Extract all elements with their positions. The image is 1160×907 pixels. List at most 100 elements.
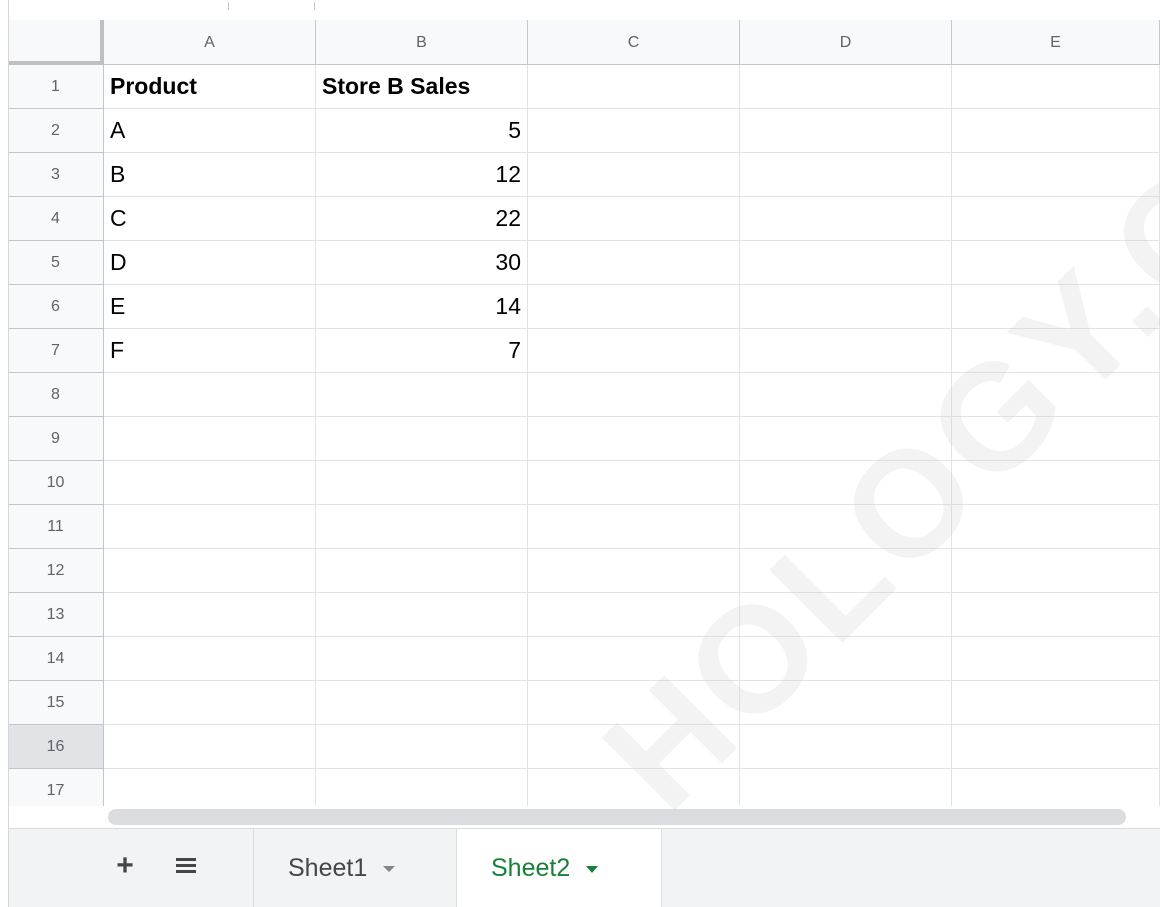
tab-sheet2[interactable]: Sheet2 xyxy=(456,829,662,907)
cell-a14[interactable] xyxy=(104,637,316,681)
cell-b16[interactable] xyxy=(316,725,528,769)
cell-b13[interactable] xyxy=(316,593,528,637)
cell-b15[interactable] xyxy=(316,681,528,725)
row-header-6[interactable]: 6 xyxy=(8,285,104,329)
row-header-5[interactable]: 5 xyxy=(8,241,104,285)
cell-a9[interactable] xyxy=(104,417,316,461)
row-header-10[interactable]: 10 xyxy=(8,461,104,505)
cell-b14[interactable] xyxy=(316,637,528,681)
cell-b1[interactable]: Store B Sales xyxy=(316,65,528,109)
cell-d14[interactable] xyxy=(740,637,952,681)
column-header-b[interactable]: B xyxy=(316,20,528,65)
cell-b4[interactable]: 22 xyxy=(316,197,528,241)
cell-d5[interactable] xyxy=(740,241,952,285)
cell-e15[interactable] xyxy=(952,681,1160,725)
add-sheet-button[interactable]: + xyxy=(108,849,142,883)
cell-d12[interactable] xyxy=(740,549,952,593)
cell-a3[interactable]: B xyxy=(104,153,316,197)
cell-b2[interactable]: 5 xyxy=(316,109,528,153)
cell-e13[interactable] xyxy=(952,593,1160,637)
cell-b12[interactable] xyxy=(316,549,528,593)
cell-a2[interactable]: A xyxy=(104,109,316,153)
cell-a15[interactable] xyxy=(104,681,316,725)
row-header-15[interactable]: 15 xyxy=(8,681,104,725)
row-header-16[interactable]: 16 xyxy=(8,725,104,769)
cell-e10[interactable] xyxy=(952,461,1160,505)
cell-b8[interactable] xyxy=(316,373,528,417)
horizontal-scrollbar[interactable] xyxy=(8,806,1160,828)
cell-e9[interactable] xyxy=(952,417,1160,461)
cell-c8[interactable] xyxy=(528,373,740,417)
cell-c10[interactable] xyxy=(528,461,740,505)
cell-c4[interactable] xyxy=(528,197,740,241)
cell-c1[interactable] xyxy=(528,65,740,109)
cell-a13[interactable] xyxy=(104,593,316,637)
cell-e11[interactable] xyxy=(952,505,1160,549)
cell-d11[interactable] xyxy=(740,505,952,549)
cell-b9[interactable] xyxy=(316,417,528,461)
cell-d9[interactable] xyxy=(740,417,952,461)
column-header-a[interactable]: A xyxy=(104,20,316,65)
row-header-11[interactable]: 11 xyxy=(8,505,104,549)
cell-d8[interactable] xyxy=(740,373,952,417)
row-header-14[interactable]: 14 xyxy=(8,637,104,681)
row-header-9[interactable]: 9 xyxy=(8,417,104,461)
chevron-down-icon[interactable] xyxy=(586,865,599,873)
cell-b6[interactable]: 14 xyxy=(316,285,528,329)
cell-b5[interactable]: 30 xyxy=(316,241,528,285)
row-header-12[interactable]: 12 xyxy=(8,549,104,593)
cell-c7[interactable] xyxy=(528,329,740,373)
cell-a16[interactable] xyxy=(104,725,316,769)
column-header-d[interactable]: D xyxy=(740,20,952,65)
cell-e12[interactable] xyxy=(952,549,1160,593)
cell-a6[interactable]: E xyxy=(104,285,316,329)
cell-c3[interactable] xyxy=(528,153,740,197)
cell-a7[interactable]: F xyxy=(104,329,316,373)
cell-a11[interactable] xyxy=(104,505,316,549)
row-header-13[interactable]: 13 xyxy=(8,593,104,637)
cell-d13[interactable] xyxy=(740,593,952,637)
cell-d10[interactable] xyxy=(740,461,952,505)
row-header-2[interactable]: 2 xyxy=(8,109,104,153)
cell-c11[interactable] xyxy=(528,505,740,549)
row-header-1[interactable]: 1 xyxy=(8,65,104,109)
cell-d16[interactable] xyxy=(740,725,952,769)
row-header-7[interactable]: 7 xyxy=(8,329,104,373)
select-all-corner[interactable] xyxy=(8,20,104,65)
cell-a4[interactable]: C xyxy=(104,197,316,241)
cell-c12[interactable] xyxy=(528,549,740,593)
tab-sheet1[interactable]: Sheet1 xyxy=(253,829,456,907)
all-sheets-button[interactable] xyxy=(172,852,200,880)
cell-e6[interactable] xyxy=(952,285,1160,329)
cell-d4[interactable] xyxy=(740,197,952,241)
cell-e4[interactable] xyxy=(952,197,1160,241)
cell-d1[interactable] xyxy=(740,65,952,109)
cell-d15[interactable] xyxy=(740,681,952,725)
cell-c13[interactable] xyxy=(528,593,740,637)
cell-e1[interactable] xyxy=(952,65,1160,109)
cell-e14[interactable] xyxy=(952,637,1160,681)
row-header-3[interactable]: 3 xyxy=(8,153,104,197)
cell-b10[interactable] xyxy=(316,461,528,505)
row-header-8[interactable]: 8 xyxy=(8,373,104,417)
cell-b3[interactable]: 12 xyxy=(316,153,528,197)
cell-d2[interactable] xyxy=(740,109,952,153)
column-header-c[interactable]: C xyxy=(528,20,740,65)
column-header-e[interactable]: E xyxy=(952,20,1160,65)
cell-c2[interactable] xyxy=(528,109,740,153)
cell-b7[interactable]: 7 xyxy=(316,329,528,373)
cell-c16[interactable] xyxy=(528,725,740,769)
cell-d3[interactable] xyxy=(740,153,952,197)
cell-e2[interactable] xyxy=(952,109,1160,153)
cell-e5[interactable] xyxy=(952,241,1160,285)
cell-c5[interactable] xyxy=(528,241,740,285)
cell-c14[interactable] xyxy=(528,637,740,681)
cell-c6[interactable] xyxy=(528,285,740,329)
cell-d6[interactable] xyxy=(740,285,952,329)
horizontal-scrollbar-thumb[interactable] xyxy=(108,809,1126,825)
row-header-4[interactable]: 4 xyxy=(8,197,104,241)
cell-a8[interactable] xyxy=(104,373,316,417)
cell-e16[interactable] xyxy=(952,725,1160,769)
cell-e7[interactable] xyxy=(952,329,1160,373)
cell-b11[interactable] xyxy=(316,505,528,549)
